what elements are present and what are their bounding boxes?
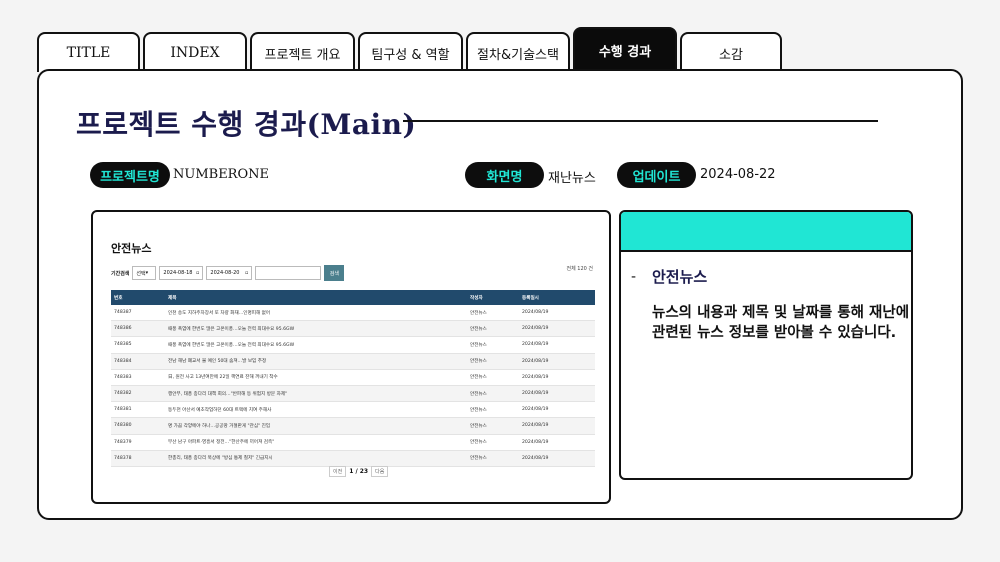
cell-date: 2024/08/19: [519, 353, 595, 370]
date-from-input[interactable]: 2024-08-18 ▫: [159, 266, 204, 280]
search-filter-bar: 기간검색 선택 ▾ 2024-08-18 ▫ 2024-08-20 ▫ 검색: [111, 265, 345, 281]
cell-id: 748386: [111, 320, 165, 338]
cell-title[interactable]: 명 가끔 각양에야 하나…공공땅 거절판게 "관심" 진입: [165, 417, 467, 435]
date-to-input[interactable]: 2024-08-20 ▫: [206, 266, 253, 280]
news-table: 번호 제목 작성자 등록일시 748387 인천 송도 지하주차장서 또 차량 화…: [111, 290, 595, 467]
table-row[interactable]: 748387 인천 송도 지하주차장서 또 차량 화재…인명피해 없어 안전뉴스 20…: [111, 305, 595, 322]
screenshot-frame: 안전뉴스 기간검색 선택 ▾ 2024-08-18 ▫ 2024-08-20 ▫ 검색…: [91, 210, 611, 504]
description-body: 뉴스의 내용과 제목 및 날짜를 통해 재난에 관련된 뉴스 정보를 받아볼 수…: [652, 305, 910, 341]
calendar-icon: ▫: [245, 270, 249, 276]
cell-title[interactable]: 전남 해남 폐교서 불 예인 50대 숨져…발 보임 추정: [165, 353, 467, 370]
cell-author: 안전뉴스: [467, 336, 519, 354]
cell-id: 748382: [111, 385, 165, 403]
cell-author: 안전뉴스: [467, 305, 519, 322]
pagination: 이전 1 / 23 다음: [329, 466, 389, 477]
cell-id: 748385: [111, 336, 165, 354]
keyword-input[interactable]: [255, 266, 322, 280]
page-title: 프로젝트 수행 경과(Main): [76, 108, 417, 141]
cell-title[interactable]: 동두천 아산서 예초작업하던 60대 트랙에 치여 주해사: [165, 401, 467, 419]
table-row[interactable]: 748382 행안부, 태풍 종다리 대책 회의…"반파해 등 위험지 방문 자제…: [111, 385, 595, 403]
cell-author: 안전뉴스: [467, 417, 519, 435]
cell-date: 2024/08/19: [519, 305, 595, 322]
period-select[interactable]: 선택 ▾: [132, 266, 157, 280]
table-row[interactable]: 748384 전남 해남 폐교서 불 예인 50대 숨져…발 보임 추정 안전뉴스 2…: [111, 353, 595, 370]
tab-progress[interactable]: 수행 경과: [573, 27, 677, 72]
table-row[interactable]: 748378 한총리, 태풍 종다리 북상에 "방심 통제 철저" 긴급지시 안전뉴…: [111, 450, 595, 467]
table-header-row: 번호 제목 작성자 등록일시: [111, 290, 595, 305]
cell-date: 2024/08/19: [519, 434, 595, 451]
cell-author: 안전뉴스: [467, 369, 519, 386]
update-date-value: 2024-08-22: [700, 167, 776, 182]
content-panel: 프로젝트 수행 경과(Main) 프로젝트명 NUMBERONE 화면명 재난뉴…: [37, 69, 963, 520]
description-panel: - 안전뉴스 뉴스의 내용과 제목 및 날짜를 통해 재난에 관련된 뉴스 정보…: [619, 210, 913, 480]
project-name-value: NUMBERONE: [173, 167, 269, 182]
cell-id: 748379: [111, 434, 165, 451]
tab-title[interactable]: TITLE: [37, 32, 140, 72]
cell-id: 748381: [111, 401, 165, 419]
table-row[interactable]: 748381 동두천 아산서 예초작업하던 60대 트랙에 치여 주해사 안전뉴스 2…: [111, 401, 595, 419]
cell-date: 2024/08/19: [519, 369, 595, 386]
tab-index[interactable]: INDEX: [143, 32, 247, 72]
cell-author: 안전뉴스: [467, 320, 519, 338]
prev-page-button[interactable]: 이전: [329, 466, 347, 477]
cell-title[interactable]: 때풍 폭염에 한번도 많은 고온이풍…오늘 전력 최대수요 95.6GW: [165, 320, 467, 338]
cell-author: 안전뉴스: [467, 434, 519, 451]
table-row[interactable]: 748386 때풍 폭염에 한번도 많은 고온이풍…오늘 전력 최대수요 95.6…: [111, 320, 595, 338]
cell-date: 2024/08/19: [519, 401, 595, 419]
description-header-bar: [621, 212, 911, 252]
cell-title[interactable]: 한총리, 태풍 종다리 북상에 "방심 통제 철저" 긴급지시: [165, 450, 467, 467]
chevron-down-icon: ▾: [145, 270, 149, 276]
column-header: 등록일시: [519, 290, 595, 305]
cell-author: 안전뉴스: [467, 353, 519, 370]
tab-process-stack[interactable]: 절차&기술스택: [466, 32, 570, 72]
cell-title[interactable]: 행안부, 태풍 종다리 대책 회의…"반파해 등 위험지 방문 자제": [165, 385, 467, 403]
date-to-value: 2024-08-20: [210, 270, 240, 276]
cell-date: 2024/08/19: [519, 320, 595, 338]
title-divider: [403, 120, 878, 122]
column-header: 번호: [111, 290, 165, 305]
cell-title[interactable]: 인천 송도 지하주차장서 또 차량 화재…인명피해 없어: [165, 305, 467, 322]
cell-author: 안전뉴스: [467, 385, 519, 403]
cell-id: 748380: [111, 417, 165, 435]
cell-id: 748383: [111, 369, 165, 386]
cell-date: 2024/08/19: [519, 450, 595, 467]
total-count: 전체 120 건: [566, 266, 593, 272]
select-value: 선택: [136, 270, 146, 277]
cell-date: 2024/08/19: [519, 336, 595, 354]
tab-project-overview[interactable]: 프로젝트 개요: [250, 32, 355, 72]
column-header: 작성자: [467, 290, 519, 305]
table-row[interactable]: 748383 日, 원전 사고 13년여만에 22일 핵연료 잔해 꺼내기 착수 안…: [111, 369, 595, 386]
project-name-badge: 프로젝트명: [90, 162, 170, 188]
cell-id: 748384: [111, 353, 165, 370]
table-row[interactable]: 748385 때풍 폭염에 한번도 많은 고온이풍…오늘 전력 최대수요 95.6…: [111, 336, 595, 354]
table-row[interactable]: 748379 부산 남구 아파트·영흥서 정전…"한산주에 끼어져 검측" 안전뉴스…: [111, 434, 595, 451]
tab-team-roles[interactable]: 팀구성 & 역할: [358, 32, 463, 72]
date-from-value: 2024-08-18: [163, 270, 193, 276]
calendar-icon: ▫: [196, 270, 200, 276]
screen-name-value: 재난뉴스: [548, 171, 596, 186]
column-header: 제목: [165, 290, 467, 305]
page-indicator: 1 / 23: [349, 468, 369, 475]
tab-reflection[interactable]: 소감: [680, 32, 782, 72]
cell-id: 748378: [111, 450, 165, 467]
search-button[interactable]: 검색: [324, 265, 345, 281]
cell-id: 748387: [111, 305, 165, 322]
cell-author: 안전뉴스: [467, 401, 519, 419]
cell-date: 2024/08/19: [519, 385, 595, 403]
cell-title[interactable]: 日, 원전 사고 13년여만에 22일 핵연료 잔해 꺼내기 착수: [165, 369, 467, 386]
cell-title[interactable]: 때풍 폭염에 한번도 많은 고온이풍…오늘 전력 최대수요 95.6GW: [165, 336, 467, 354]
table-row[interactable]: 748380 명 가끔 각양에야 하나…공공땅 거절판게 "관심" 진입 안전뉴스 2…: [111, 417, 595, 435]
period-search-label: 기간검색: [111, 270, 130, 277]
cell-title[interactable]: 부산 남구 아파트·영흥서 정전…"한산주에 끼어져 검측": [165, 434, 467, 451]
next-page-button[interactable]: 다음: [371, 466, 389, 477]
update-badge: 업데이트: [617, 162, 696, 188]
news-page-title: 안전뉴스: [111, 242, 152, 255]
bullet-dash: -: [631, 269, 637, 285]
description-title: 안전뉴스: [652, 268, 708, 286]
cell-date: 2024/08/19: [519, 417, 595, 435]
cell-author: 안전뉴스: [467, 450, 519, 467]
screen-name-badge: 화면명: [465, 162, 544, 188]
